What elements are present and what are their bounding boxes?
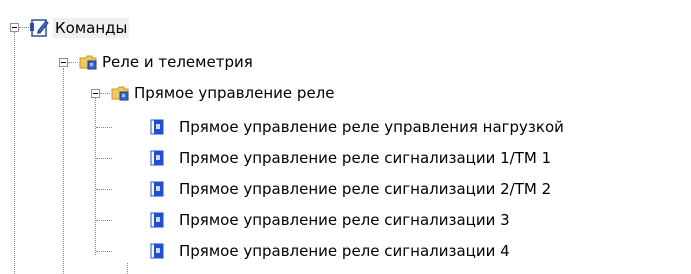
- tree-node-root[interactable]: Команды: [29, 16, 130, 40]
- tree-node-label: Команды: [53, 18, 130, 38]
- tree-connector: [96, 189, 112, 190]
- command-icon: [148, 242, 166, 260]
- tree-node-label: Прямое управление реле сигнализации 2/ТМ…: [179, 180, 552, 198]
- tree-connector: [96, 158, 112, 159]
- folder-icon: [79, 52, 99, 72]
- tree-node-label: Прямое управление реле сигнализации 3: [179, 211, 510, 229]
- tree-connector: [19, 27, 29, 28]
- tree-node-command[interactable]: Прямое управление реле сигнализации 3: [148, 208, 512, 232]
- command-icon: [148, 118, 166, 136]
- tree-node-command[interactable]: Прямое управление реле управления нагруз…: [148, 115, 566, 139]
- tree-node-label: Прямое управление реле сигнализации 4: [179, 242, 510, 260]
- tree-node-label: Реле и телеметрия: [102, 53, 253, 71]
- tree-connector: [96, 127, 112, 128]
- collapse-toggle-group[interactable]: [59, 58, 68, 67]
- tree-node-command[interactable]: Прямое управление реле сигнализации 1/ТМ…: [148, 146, 553, 170]
- tree-connector: [96, 251, 112, 252]
- tree-connector: [100, 93, 110, 94]
- tree-guide-group: [63, 68, 64, 274]
- tree-guide-root: [14, 32, 15, 274]
- tree-node-command[interactable]: Прямое управление реле сигнализации 4: [148, 239, 512, 263]
- command-icon: [148, 180, 166, 198]
- tree-view: Команды Реле и телеметрия Прямое управле…: [0, 0, 691, 274]
- tree-node-command[interactable]: Прямое управление реле сигнализации 2/ТМ…: [148, 177, 553, 201]
- folder-icon: [111, 83, 131, 103]
- tree-guide-tail: [127, 263, 128, 274]
- tree-node-label: Прямое управление реле: [134, 84, 335, 102]
- tree-node-label: Прямое управление реле управления нагруз…: [179, 118, 564, 136]
- tree-connector: [68, 62, 78, 63]
- commands-folder-icon: [29, 17, 51, 39]
- tree-node-group[interactable]: Реле и телеметрия: [79, 50, 255, 74]
- collapse-toggle-subgroup[interactable]: [91, 89, 100, 98]
- command-icon: [148, 211, 166, 229]
- collapse-toggle-root[interactable]: [10, 23, 19, 32]
- tree-node-subgroup[interactable]: Прямое управление реле: [111, 81, 337, 105]
- tree-guide-subgroup: [95, 98, 96, 255]
- tree-connector: [96, 220, 112, 221]
- tree-node-label: Прямое управление реле сигнализации 1/ТМ…: [179, 149, 552, 167]
- command-icon: [148, 149, 166, 167]
